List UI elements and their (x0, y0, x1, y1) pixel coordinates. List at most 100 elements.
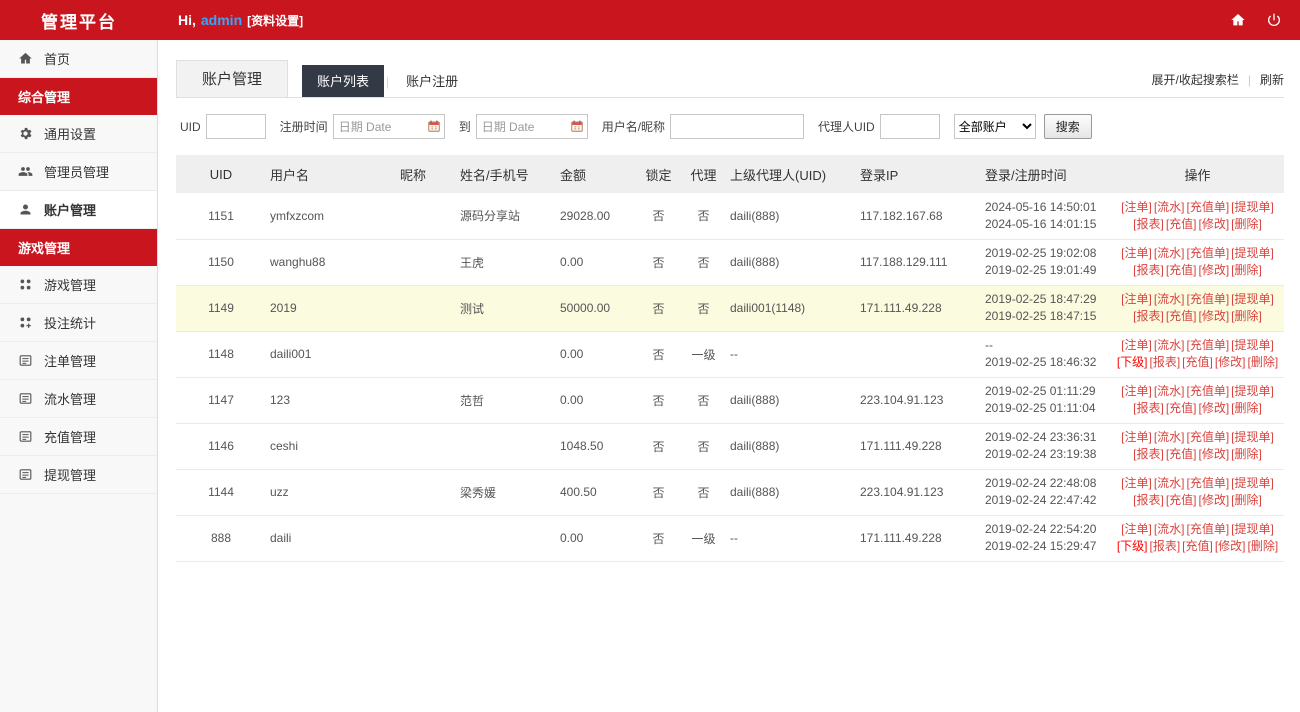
op-link[interactable]: [删除] (1231, 401, 1262, 415)
op-link[interactable]: [下级] (1117, 539, 1148, 553)
register-time: 2019-02-25 01:11:04 (985, 400, 1107, 417)
home-icon[interactable] (1230, 12, 1246, 28)
op-link[interactable]: [充值单] (1187, 522, 1230, 536)
op-link[interactable]: [注单] (1121, 338, 1152, 352)
accounts-table-body: 1151ymfxzcom源码分享站29028.00否否daili(888)117… (176, 193, 1284, 561)
op-link[interactable]: [修改] (1215, 539, 1246, 553)
op-link[interactable]: [充值] (1166, 309, 1197, 323)
op-link[interactable]: [修改] (1199, 401, 1230, 415)
op-link[interactable]: [注单] (1121, 292, 1152, 306)
agent-uid-input[interactable] (880, 114, 940, 139)
op-link[interactable]: [充值] (1166, 493, 1197, 507)
op-link[interactable]: [注单] (1121, 476, 1152, 490)
sidebar-item-8[interactable]: 注单管理 (0, 342, 157, 380)
cell-uid: 1144 (176, 469, 266, 515)
sidebar-item-4[interactable]: 账户管理 (0, 191, 157, 229)
op-link[interactable]: [删除] (1248, 355, 1279, 369)
sidebar-item-10[interactable]: 充值管理 (0, 418, 157, 456)
op-link[interactable]: [删除] (1231, 493, 1262, 507)
cell-agent-level: 否 (681, 239, 726, 285)
sidebar-item-3[interactable]: 管理员管理 (0, 153, 157, 191)
cell-login-ip: 223.104.91.123 (856, 377, 981, 423)
op-link[interactable]: [流水] (1154, 384, 1185, 398)
op-link[interactable]: [提现单] (1231, 522, 1274, 536)
op-link[interactable]: [流水] (1154, 430, 1185, 444)
op-link[interactable]: [报表] (1149, 355, 1180, 369)
op-link[interactable]: [流水] (1154, 476, 1185, 490)
toggle-search-link[interactable]: 展开/收起搜索栏 (1152, 71, 1239, 88)
username-input[interactable] (670, 114, 804, 139)
sidebar-item-2[interactable]: 通用设置 (0, 115, 157, 153)
sidebar-item-7[interactable]: 投注统计 (0, 304, 157, 342)
table-row: 11492019测试50000.00否否daili001(1148)171.11… (176, 285, 1284, 331)
op-link[interactable]: [报表] (1133, 493, 1164, 507)
calendar-icon[interactable] (570, 119, 584, 133)
op-link[interactable]: [提现单] (1231, 338, 1274, 352)
op-link[interactable]: [删除] (1231, 447, 1262, 461)
op-link[interactable]: [充值] (1166, 401, 1197, 415)
op-link[interactable]: [充值] (1166, 217, 1197, 231)
toolbar-links: 展开/收起搜索栏 | 刷新 (1152, 71, 1284, 97)
op-link[interactable]: [删除] (1248, 539, 1279, 553)
sidebar-item-0[interactable]: 首页 (0, 40, 157, 78)
op-link[interactable]: [充值单] (1187, 338, 1230, 352)
op-link[interactable]: [注单] (1121, 430, 1152, 444)
op-link[interactable]: [报表] (1133, 447, 1164, 461)
op-link[interactable]: [报表] (1133, 217, 1164, 231)
op-link[interactable]: [删除] (1231, 309, 1262, 323)
op-link[interactable]: [报表] (1149, 539, 1180, 553)
search-button[interactable]: 搜索 (1044, 114, 1092, 139)
op-link[interactable]: [充值单] (1187, 246, 1230, 260)
op-link[interactable]: [注单] (1121, 384, 1152, 398)
tab-account-register[interactable]: 账户注册 (391, 65, 473, 97)
op-link[interactable]: [报表] (1133, 401, 1164, 415)
op-link[interactable]: [报表] (1133, 309, 1164, 323)
uid-input[interactable] (206, 114, 266, 139)
op-link[interactable]: [下级] (1117, 355, 1148, 369)
op-link[interactable]: [提现单] (1231, 292, 1274, 306)
op-link[interactable]: [提现单] (1231, 246, 1274, 260)
op-link[interactable]: [修改] (1199, 217, 1230, 231)
cell-login-ip: 171.111.49.228 (856, 515, 981, 561)
op-link[interactable]: [注单] (1121, 522, 1152, 536)
sidebar-item-9[interactable]: 流水管理 (0, 380, 157, 418)
op-link[interactable]: [修改] (1215, 355, 1246, 369)
op-link[interactable]: [充值] (1166, 263, 1197, 277)
op-link[interactable]: [删除] (1231, 217, 1262, 231)
calendar-icon[interactable] (427, 119, 441, 133)
op-link[interactable]: [充值] (1182, 539, 1213, 553)
op-link[interactable]: [提现单] (1231, 200, 1274, 214)
op-link[interactable]: [修改] (1199, 309, 1230, 323)
login-time: 2019-02-24 23:36:31 (985, 429, 1107, 446)
sidebar-section-5: 游戏管理 (0, 229, 157, 266)
sidebar-item-6[interactable]: 游戏管理 (0, 266, 157, 304)
op-link[interactable]: [充值单] (1187, 476, 1230, 490)
account-type-select[interactable]: 全部账户 (954, 114, 1036, 139)
refresh-link[interactable]: 刷新 (1260, 71, 1284, 88)
op-link[interactable]: [流水] (1154, 292, 1185, 306)
op-link[interactable]: [修改] (1199, 263, 1230, 277)
profile-settings-link[interactable]: [资料设置] (247, 12, 303, 29)
op-link[interactable]: [流水] (1154, 200, 1185, 214)
op-link[interactable]: [充值单] (1187, 200, 1230, 214)
op-link[interactable]: [提现单] (1231, 476, 1274, 490)
tab-account-list[interactable]: 账户列表 (302, 65, 384, 97)
op-link[interactable]: [流水] (1154, 522, 1185, 536)
op-link[interactable]: [提现单] (1231, 384, 1274, 398)
op-link[interactable]: [充值] (1166, 447, 1197, 461)
op-link[interactable]: [注单] (1121, 200, 1152, 214)
op-link[interactable]: [删除] (1231, 263, 1262, 277)
op-link[interactable]: [充值单] (1187, 292, 1230, 306)
op-link[interactable]: [充值单] (1187, 430, 1230, 444)
op-link[interactable]: [充值单] (1187, 384, 1230, 398)
op-link[interactable]: [报表] (1133, 263, 1164, 277)
op-link[interactable]: [注单] (1121, 246, 1152, 260)
op-link[interactable]: [流水] (1154, 338, 1185, 352)
op-link[interactable]: [充值] (1182, 355, 1213, 369)
op-link[interactable]: [提现单] (1231, 430, 1274, 444)
op-link[interactable]: [修改] (1199, 447, 1230, 461)
sidebar-item-11[interactable]: 提现管理 (0, 456, 157, 494)
op-link[interactable]: [流水] (1154, 246, 1185, 260)
power-logout-icon[interactable] (1266, 12, 1282, 28)
op-link[interactable]: [修改] (1199, 493, 1230, 507)
